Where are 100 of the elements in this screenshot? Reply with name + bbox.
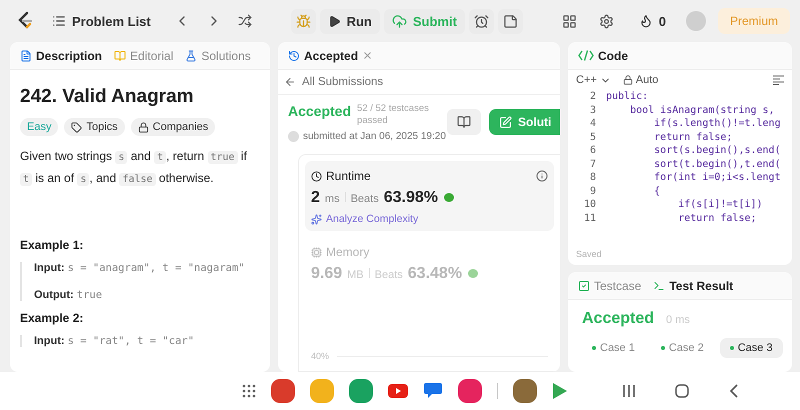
camera-app-icon[interactable] <box>458 379 482 403</box>
line-number: 11 <box>582 212 597 224</box>
book-icon <box>457 115 472 129</box>
close-icon[interactable] <box>362 50 374 61</box>
photo-placeholder[interactable] <box>512 379 536 403</box>
settings-icon <box>598 14 614 28</box>
streak-counter[interactable]: 0 <box>630 8 674 34</box>
edit-icon <box>499 116 512 128</box>
problem-list-button[interactable]: Problem List <box>44 8 159 34</box>
metric-card[interactable]: Runtime 2 ms Beats 63.98% Analyze Complexity <box>305 161 554 231</box>
beats-percent: 63.48% <box>408 265 462 283</box>
format-icon[interactable] <box>773 75 784 85</box>
code-line: sort(t.begin(),t.end( <box>653 158 781 170</box>
beats-label: Beats <box>350 193 379 205</box>
alarm-clock-icon <box>474 14 489 28</box>
metric-title: Runtime <box>311 169 371 183</box>
code-line: sort(s.begin(),s.end( <box>653 145 781 156</box>
line-number: 3 <box>588 104 597 116</box>
chip-icon <box>311 246 322 258</box>
line-number: 6 <box>588 145 597 156</box>
example-line: Output: true <box>34 289 104 301</box>
chat-bubble-icon[interactable] <box>422 382 442 400</box>
code-line: return false; <box>677 212 757 224</box>
line-number: 4 <box>588 118 597 130</box>
metric-title: Memory <box>311 245 370 259</box>
lock-icon <box>622 75 633 85</box>
tag-chip[interactable]: Companies <box>130 118 216 136</box>
history-icon <box>288 50 300 62</box>
line-number: 10 <box>582 199 597 210</box>
line-number: 5 <box>588 132 597 143</box>
shuffle-icon <box>238 14 252 28</box>
language-select[interactable]: C++ <box>576 74 611 86</box>
avatar <box>288 131 299 142</box>
case-tab[interactable]: Case 3 <box>720 338 783 358</box>
problem-title: 242. Valid Anagram <box>20 86 195 108</box>
auto-mode-toggle[interactable]: Auto <box>622 74 658 86</box>
bug-icon <box>296 14 311 28</box>
grid-icon <box>562 14 577 28</box>
panel-tab[interactable]: Description <box>18 46 104 64</box>
timer-button[interactable] <box>468 8 494 34</box>
analyze-complexity-link[interactable]: Analyze Complexity <box>311 213 548 225</box>
axis-tick-label: 40% <box>311 351 330 361</box>
code-editor[interactable]: 2 public: 3 bool isAnagram(string s, 4 if(s.length()!=t.leng 5 return false; 6 sort(s.begin(),s.end( 7 sort(t.begin(),t.end( 8 for(int i=0;i<s.lengt 9 { 10 if(s[i]!=t[i]) 11 return false; <box>568 90 792 225</box>
code-icon <box>578 50 594 61</box>
metric-value: 2 <box>311 189 320 207</box>
line-number: 7 <box>588 158 597 170</box>
editorial-button[interactable] <box>447 109 482 135</box>
example-title: Example 1: <box>20 238 84 252</box>
problem-statement: Given two strings s and t , return true if t is an of s , and false otherwise. <box>20 148 248 188</box>
code-line: return false; <box>653 132 732 143</box>
tag-icon <box>71 122 82 132</box>
clock-icon <box>311 170 322 182</box>
code-line: if(s.length()!=t.leng <box>653 118 781 130</box>
play-store-icon[interactable] <box>552 382 568 400</box>
note-icon <box>502 14 518 28</box>
metric-unit: ms <box>324 193 340 205</box>
cloud-upload-icon <box>392 14 407 28</box>
status-text: Accepted <box>288 103 352 119</box>
line-number: 8 <box>588 172 597 184</box>
run-button[interactable]: Run <box>320 8 380 34</box>
notes-button[interactable] <box>498 8 523 34</box>
checkbox-icon <box>578 280 590 292</box>
recent-apps-icon[interactable] <box>622 384 634 398</box>
video-app-icon[interactable] <box>388 384 408 398</box>
line-number: 2 <box>588 91 597 102</box>
arrow-left-icon <box>284 76 296 88</box>
verdict-text: Accepted <box>582 310 654 328</box>
code-line: public: <box>606 91 648 102</box>
home-icon[interactable] <box>674 384 688 398</box>
flask-icon <box>185 50 198 62</box>
back-icon[interactable] <box>728 384 738 398</box>
tag-chip[interactable]: Topics <box>64 118 125 136</box>
book-icon <box>114 50 126 62</box>
code-line: { <box>653 186 660 197</box>
notes-app-icon[interactable] <box>270 379 294 403</box>
code-tab[interactable]: Code <box>576 46 630 64</box>
line-number: 9 <box>588 186 597 197</box>
app-grid-icon[interactable] <box>242 384 256 398</box>
saved-status: Saved <box>575 248 603 261</box>
panel-tab[interactable]: Test Result <box>651 276 736 294</box>
code-line: if(s[i]!=t[i]) <box>677 199 763 210</box>
lock-icon <box>138 122 149 132</box>
flame-icon <box>638 14 653 28</box>
list-icon <box>52 14 66 28</box>
code-line: for(int i=0;i<s.lengt <box>653 172 781 184</box>
logo-icon[interactable] <box>16 11 34 31</box>
metric-value: 9.69 <box>311 265 342 283</box>
terminal-icon <box>653 280 666 292</box>
code-line: bool isAnagram(string s, <box>629 104 775 116</box>
info-icon[interactable] <box>536 170 548 182</box>
document-icon <box>20 50 32 62</box>
example-title: Example 2: <box>20 311 84 325</box>
play-icon <box>328 14 341 28</box>
sparkles-icon <box>311 214 322 224</box>
example-line: Input: s = "anagram", t = "nagaram" <box>34 262 246 274</box>
testcases-passed: 52 / 52 testcases passed <box>357 103 430 127</box>
beats-percent: 63.98% <box>384 189 438 207</box>
submitted-time: submitted at Jan 06, 2025 19:20 <box>303 131 446 142</box>
phone-app-icon[interactable] <box>348 379 372 403</box>
example-line: Input: s = "rat", t = "car" <box>34 335 196 347</box>
